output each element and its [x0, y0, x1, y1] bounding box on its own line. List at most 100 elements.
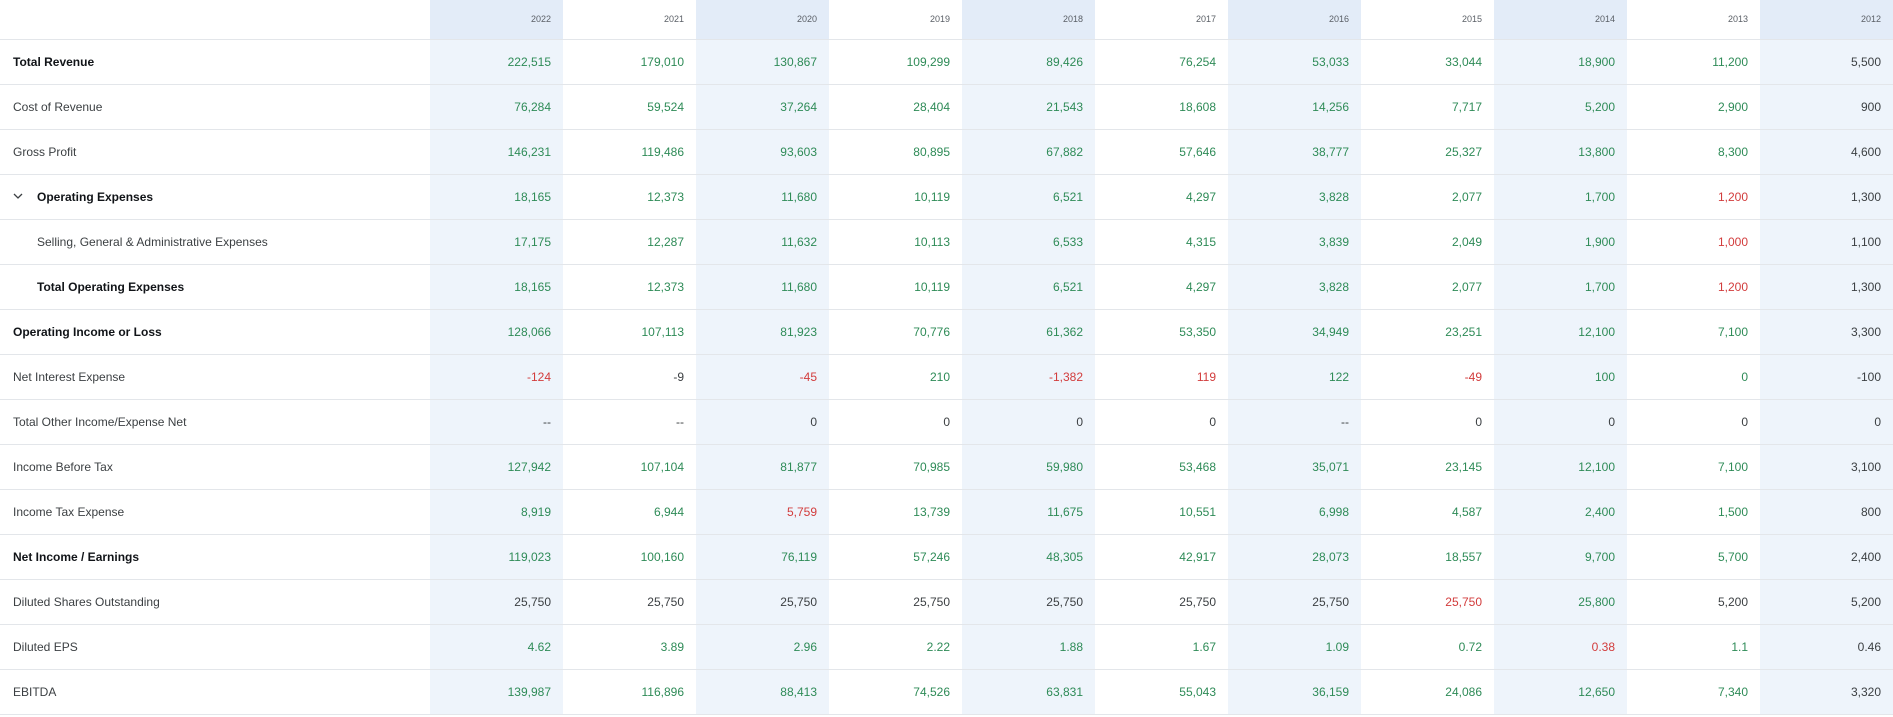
year-header-2022[interactable]: 2022: [430, 0, 563, 40]
table-cell: 5,200: [1760, 579, 1893, 625]
value-cell: --: [1341, 414, 1349, 429]
row-label[interactable]: Operating Expenses: [0, 174, 430, 220]
table-cell: 0: [1095, 399, 1228, 445]
year-header-2014[interactable]: 2014: [1494, 0, 1627, 40]
value-cell: 25,800: [1578, 594, 1615, 609]
table-cell: 80,895: [829, 129, 962, 175]
value-cell: 1,000: [1717, 234, 1748, 249]
table-cell: 23,251: [1361, 309, 1494, 355]
table-cell: 53,350: [1095, 309, 1228, 355]
table-cell: 70,985: [829, 444, 962, 490]
table-cell: 2.22: [829, 624, 962, 670]
value-cell: 23,145: [1445, 459, 1482, 474]
year-header-2019[interactable]: 2019: [829, 0, 962, 40]
value-cell: 18,608: [1179, 99, 1216, 114]
table-cell: 25,750: [829, 579, 962, 625]
table-cell: 67,882: [962, 129, 1095, 175]
value-cell: 80,895: [913, 144, 950, 159]
value-cell: 89,426: [1046, 54, 1083, 69]
value-cell: 100,160: [640, 549, 684, 564]
table-cell: 3,839: [1228, 219, 1361, 265]
year-header-2021[interactable]: 2021: [563, 0, 696, 40]
row-label: Diluted Shares Outstanding: [0, 579, 430, 625]
table-cell: 0: [1760, 399, 1893, 445]
table-cell: 89,426: [962, 39, 1095, 85]
table-cell: 18,165: [430, 264, 563, 310]
year-header-2013[interactable]: 2013: [1627, 0, 1760, 40]
value-cell: -45: [799, 369, 817, 384]
value-cell: 800: [1860, 504, 1881, 519]
table-cell: 25,750: [696, 579, 829, 625]
year-header-2016[interactable]: 2016: [1228, 0, 1361, 40]
value-cell: 1.1: [1731, 639, 1748, 654]
value-cell: 11,200: [1712, 54, 1748, 69]
table-cell: 53,033: [1228, 39, 1361, 85]
table-cell: 119,023: [430, 534, 563, 580]
value-cell: 1,200: [1717, 189, 1748, 204]
table-cell: 93,603: [696, 129, 829, 175]
table-row: Operating Expenses 18,165 12,373 11,680 10,1…: [0, 174, 1893, 220]
table-cell: 3,828: [1228, 174, 1361, 220]
value-cell: 4,587: [1451, 504, 1482, 519]
value-cell: 76,119: [781, 549, 817, 564]
table-cell: 6,521: [962, 264, 1095, 310]
table-cell: 0: [829, 399, 962, 445]
chevron-down-icon[interactable]: [13, 192, 27, 203]
table-cell: 0: [962, 399, 1095, 445]
table-row: Diluted Shares Outstanding 25,750 25,750 25…: [0, 579, 1893, 625]
table-cell: 128,066: [430, 309, 563, 355]
value-cell: 3,828: [1318, 279, 1349, 294]
value-cell: 8,919: [520, 504, 551, 519]
table-cell: 2,400: [1760, 534, 1893, 580]
table-cell: 59,524: [563, 84, 696, 130]
value-cell: 127,942: [507, 459, 551, 474]
value-cell: 11,632: [781, 234, 817, 249]
value-cell: 63,831: [1046, 684, 1083, 699]
value-cell: 18,900: [1578, 54, 1615, 69]
table-cell: 1,700: [1494, 174, 1627, 220]
year-header-2018[interactable]: 2018: [962, 0, 1095, 40]
year-header-row: 2022 2021 2020 2019 2018 2017 2016 2015 2014 2013…: [0, 0, 1893, 40]
table-cell: 7,100: [1627, 444, 1760, 490]
table-cell: 0: [1627, 399, 1760, 445]
table-cell: 13,800: [1494, 129, 1627, 175]
value-cell: 2.22: [926, 639, 950, 654]
value-cell: 130,867: [773, 54, 817, 69]
table-cell: 37,264: [696, 84, 829, 130]
table-cell: 76,119: [696, 534, 829, 580]
value-cell: 1,100: [1850, 234, 1881, 249]
value-cell: -9: [673, 369, 684, 384]
table-cell: 4,600: [1760, 129, 1893, 175]
value-cell: 0: [1741, 414, 1748, 429]
value-cell: 2,400: [1584, 504, 1615, 519]
table-cell: 6,533: [962, 219, 1095, 265]
row-label-text: Total Other Income/Expense Net: [13, 414, 187, 429]
table-cell: 12,373: [563, 174, 696, 220]
value-cell: 900: [1860, 99, 1881, 114]
year-header-2017[interactable]: 2017: [1095, 0, 1228, 40]
value-cell: 25,327: [1445, 144, 1482, 159]
table-cell: 1,100: [1760, 219, 1893, 265]
value-cell: 57,646: [1179, 144, 1216, 159]
value-cell: 9,700: [1584, 549, 1615, 564]
table-cell: 222,515: [430, 39, 563, 85]
value-cell: -1,382: [1048, 369, 1083, 384]
table-cell: 1.67: [1095, 624, 1228, 670]
value-cell: 81,923: [780, 324, 817, 339]
table-cell: 42,917: [1095, 534, 1228, 580]
table-cell: 8,300: [1627, 129, 1760, 175]
table-cell: 18,608: [1095, 84, 1228, 130]
row-label-text: Gross Profit: [13, 144, 77, 159]
year-header-2015[interactable]: 2015: [1361, 0, 1494, 40]
value-cell: 119: [1196, 369, 1216, 384]
table-cell: 210: [829, 354, 962, 400]
value-cell: 1,700: [1584, 189, 1615, 204]
year-header-2012[interactable]: 2012: [1760, 0, 1893, 40]
table-cell: 2,900: [1627, 84, 1760, 130]
value-cell: 5,200: [1850, 594, 1881, 609]
table-cell: 900: [1760, 84, 1893, 130]
value-cell: 109,299: [906, 54, 950, 69]
table-cell: 0.72: [1361, 624, 1494, 670]
year-header-2020[interactable]: 2020: [696, 0, 829, 40]
value-cell: 0: [1475, 414, 1482, 429]
